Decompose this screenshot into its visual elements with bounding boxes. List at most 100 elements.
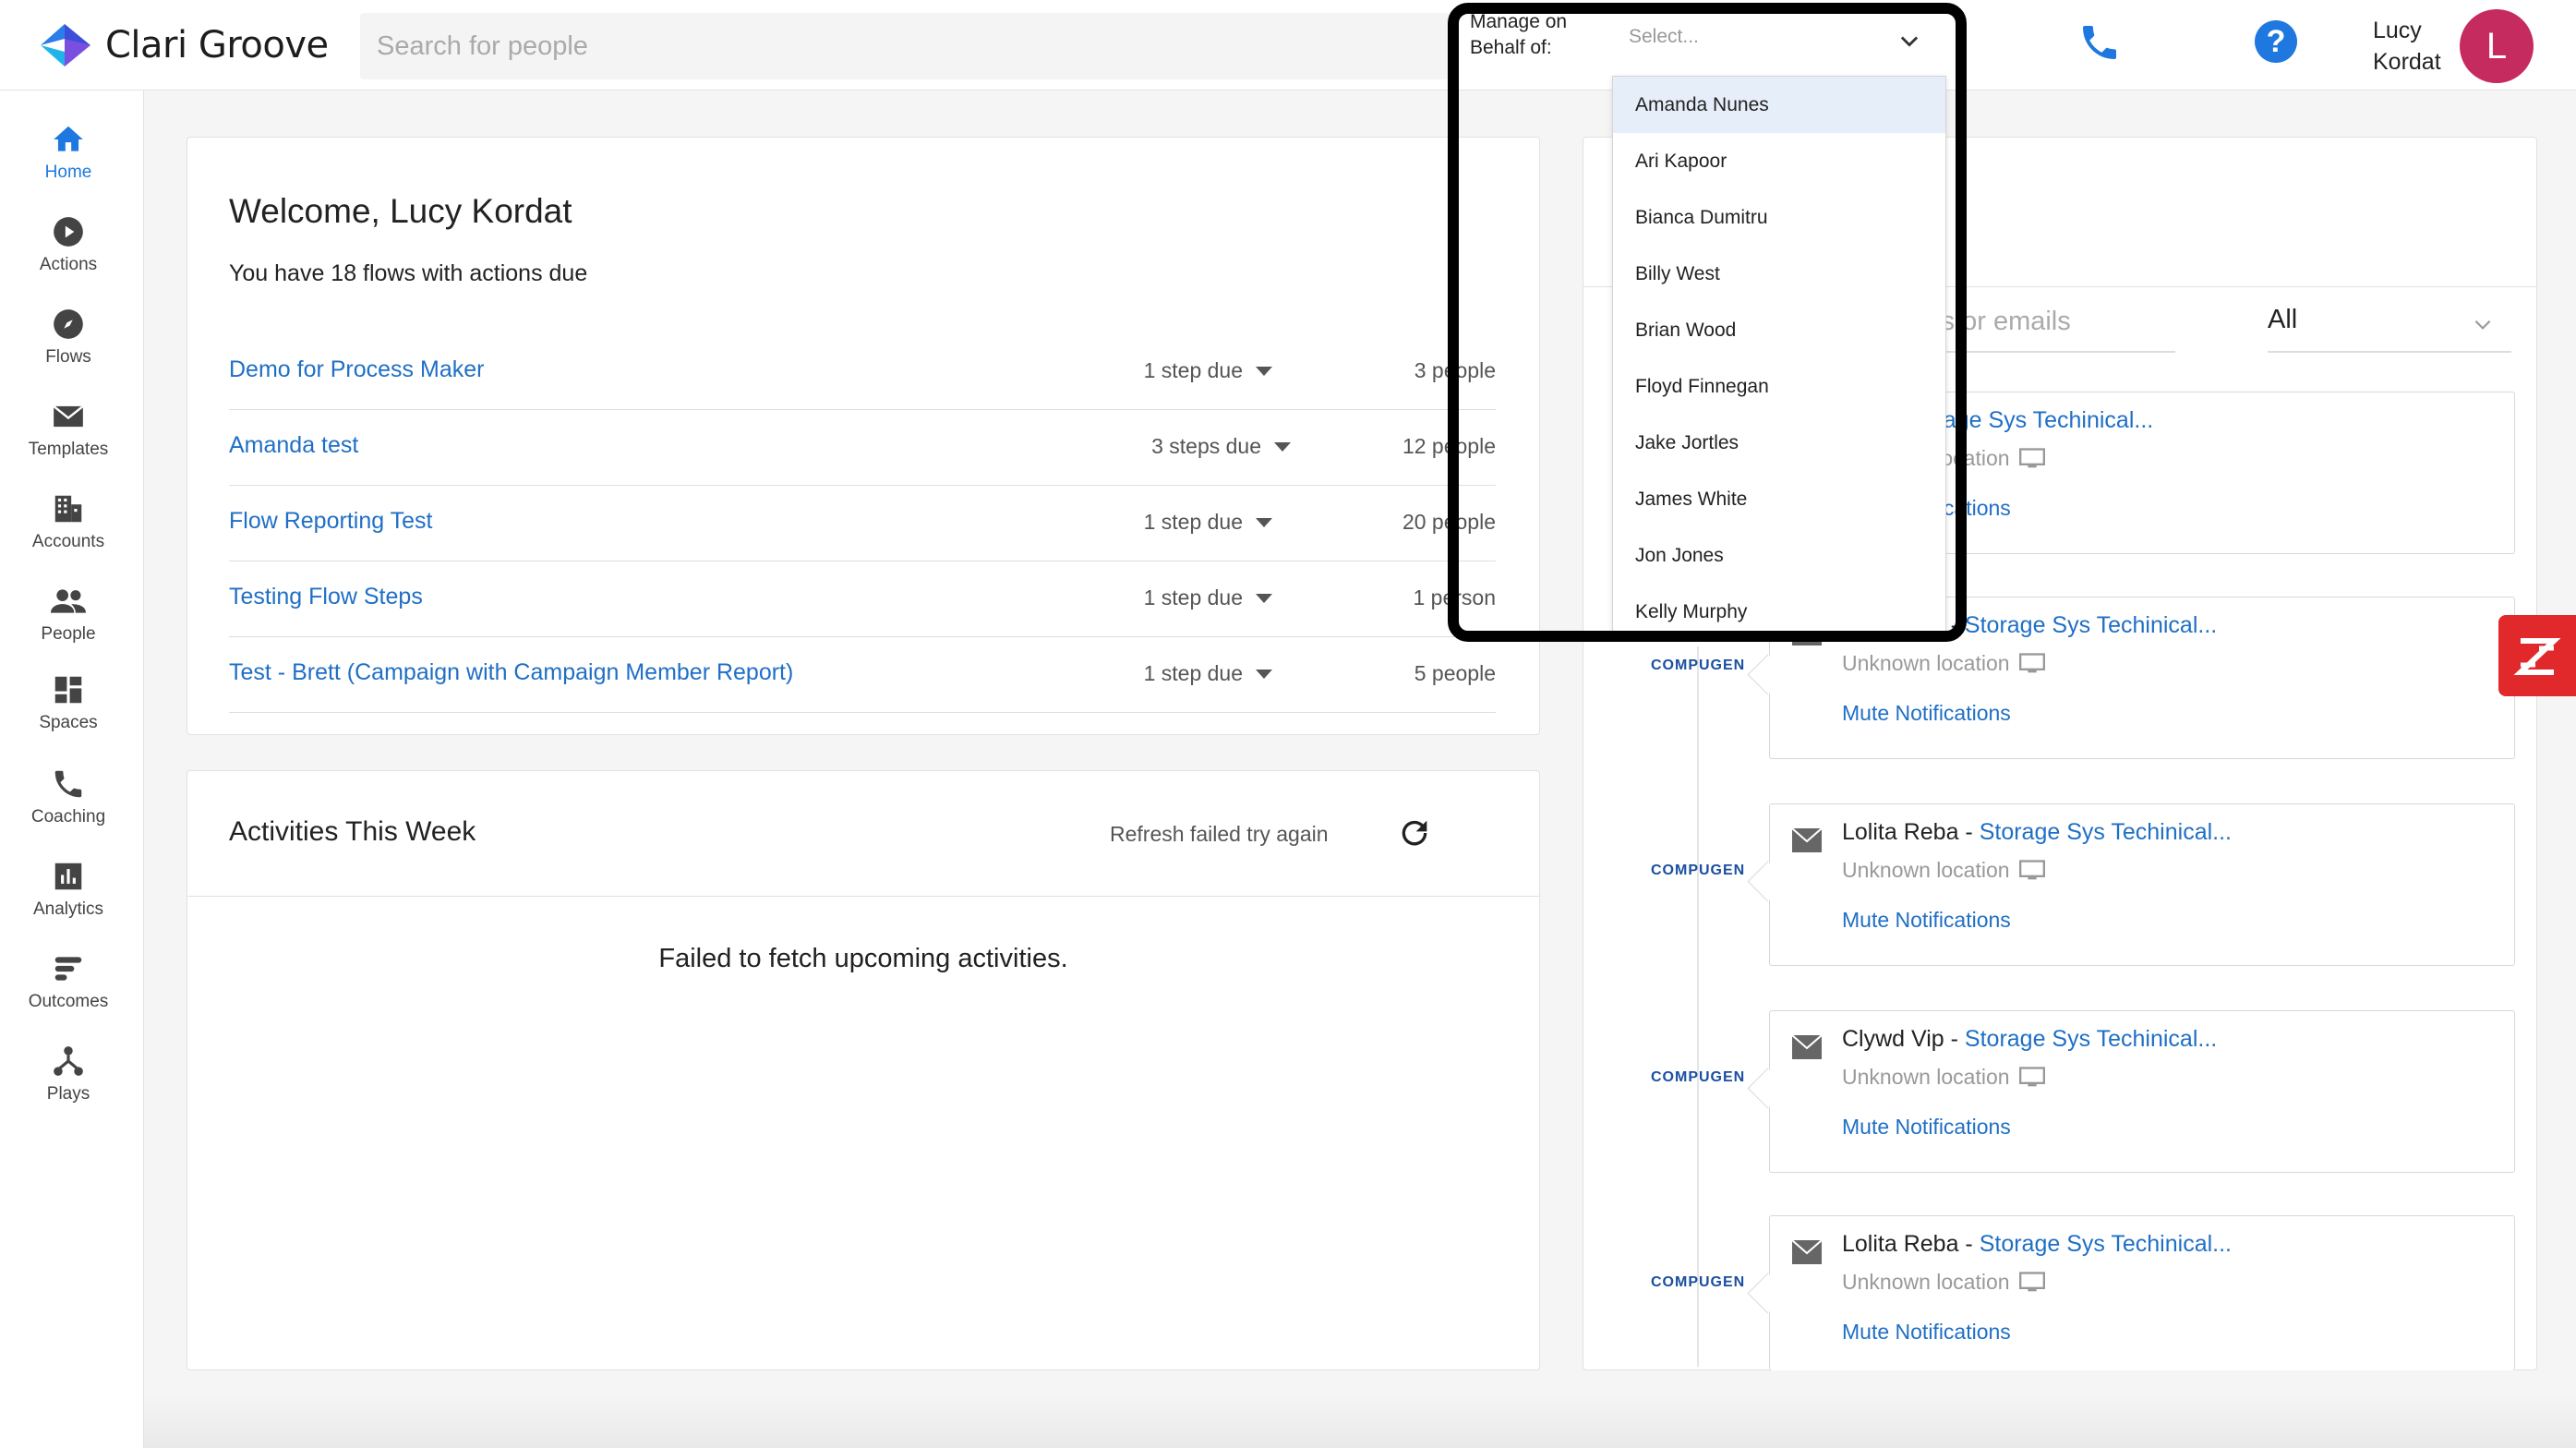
caret-down-icon xyxy=(1256,366,1272,376)
flow-people-count: 5 people xyxy=(1414,661,1496,685)
sidebar-item-home[interactable]: Home xyxy=(0,122,137,183)
flow-row: Demo for Process Maker 1 step due 3 peop… xyxy=(229,334,1496,410)
flow-steps-text: 3 steps due xyxy=(1151,434,1261,458)
flow-steps-dropdown[interactable]: 1 step due xyxy=(1051,661,1272,686)
flow-row: Amanda test 3 steps due 12 people xyxy=(229,410,1496,486)
sidebar-nav: Home Actions Flows Templates Accounts Pe… xyxy=(0,90,144,1448)
mute-notifications-link[interactable]: Mute Notifications xyxy=(1842,701,2011,726)
activities-card xyxy=(187,770,1540,1370)
flow-row: Test - Brett (Campaign with Campaign Mem… xyxy=(229,637,1496,713)
sidebar-item-plays[interactable]: Plays xyxy=(0,1044,137,1104)
flow-link[interactable]: Test - Brett (Campaign with Campaign Mem… xyxy=(229,659,793,686)
envelope-icon xyxy=(1792,828,1822,852)
activities-error-message: Failed to fetch upcoming activities. xyxy=(658,944,1068,973)
caret-down-icon xyxy=(1256,517,1272,527)
flow-steps-text: 1 step due xyxy=(1143,661,1243,685)
flows-due-summary: You have 18 flows with actions due xyxy=(229,260,588,286)
notification-title: Lolita Reba - Storage Sys Techinical... xyxy=(1842,1231,2232,1257)
notification-person: Lolita Reba xyxy=(1842,1231,1959,1257)
clari-logo-icon xyxy=(41,24,90,66)
filter-type-select[interactable]: All xyxy=(2268,299,2511,353)
flow-link[interactable]: Testing Flow Steps xyxy=(229,584,423,610)
flow-steps-text: 1 step due xyxy=(1143,510,1243,534)
phone-icon xyxy=(54,770,82,798)
sidebar-item-label: Flows xyxy=(45,347,91,367)
flow-steps-dropdown[interactable]: 3 steps due xyxy=(1069,434,1291,459)
notification-link[interactable]: Storage Sys Techinical... xyxy=(1980,1231,2232,1257)
notification-link[interactable]: Storage Sys Techinical... xyxy=(1965,1026,2217,1052)
notification-location: Unknown location xyxy=(1842,1065,2045,1090)
notification-item: Lolita Reba - Storage Sys Techinical... … xyxy=(1769,803,2515,966)
outcomes-icon xyxy=(54,957,82,981)
envelope-icon xyxy=(1792,1035,1822,1059)
plays-icon xyxy=(54,1046,83,1076)
location-text: Unknown location xyxy=(1842,651,2010,675)
sidebar-item-templates[interactable]: Templates xyxy=(0,399,137,460)
monitor-icon xyxy=(2018,652,2045,672)
notification-link[interactable]: Storage Sys Techinical... xyxy=(1980,819,2232,845)
highlight-box xyxy=(1448,3,1967,642)
divider xyxy=(187,896,1540,897)
notification-location: Unknown location xyxy=(1842,1270,2045,1295)
zendesk-icon xyxy=(2513,638,2561,675)
flow-steps-dropdown[interactable]: 1 step due xyxy=(1051,585,1272,610)
flow-steps-dropdown[interactable]: 1 step due xyxy=(1051,510,1272,535)
user-name[interactable]: Lucy Kordat xyxy=(2373,15,2441,78)
sidebar-item-label: Spaces xyxy=(39,713,98,732)
sidebar-item-label: Templates xyxy=(28,440,109,459)
notification-title: Clywd Vip - Storage Sys Techinical... xyxy=(1842,1026,2218,1052)
caret-down-icon xyxy=(1256,669,1272,679)
notification-person: Clywd Vip xyxy=(1842,1026,1944,1052)
sidebar-item-flows[interactable]: Flows xyxy=(0,307,137,368)
page-bottom xyxy=(144,1393,2576,1448)
flow-steps-dropdown[interactable]: 1 step due xyxy=(1051,358,1272,383)
phone-icon[interactable] xyxy=(2077,20,2122,65)
notification-link[interactable]: Storage Sys Techinical... xyxy=(1965,612,2217,638)
location-text: Unknown location xyxy=(1842,1270,2010,1294)
user-last-name: Kordat xyxy=(2373,49,2441,75)
flow-steps-text: 1 step due xyxy=(1143,585,1243,609)
search-people-input[interactable] xyxy=(360,13,1450,79)
welcome-title: Welcome, Lucy Kordat xyxy=(229,192,572,230)
monitor-icon xyxy=(2018,1066,2045,1086)
sidebar-item-label: Coaching xyxy=(30,807,106,827)
sidebar-item-label: Actions xyxy=(39,255,98,274)
monitor-icon xyxy=(2018,1271,2045,1291)
sidebar-item-people[interactable]: People xyxy=(0,584,137,645)
sidebar-item-analytics[interactable]: Analytics xyxy=(0,859,137,920)
notification-title: Lolita Reba - Storage Sys Techinical... xyxy=(1842,819,2232,845)
clari-groove-logo[interactable]: Clari Groove xyxy=(37,18,329,72)
sidebar-item-accounts[interactable]: Accounts xyxy=(0,491,137,552)
avatar[interactable]: L xyxy=(2460,9,2534,83)
flow-steps-text: 1 step due xyxy=(1143,358,1243,382)
activities-title: Activities This Week xyxy=(229,816,476,847)
envelope-icon xyxy=(1792,1240,1822,1264)
flow-link[interactable]: Amanda test xyxy=(229,432,358,459)
mute-notifications-link[interactable]: Mute Notifications xyxy=(1842,1320,2011,1345)
flow-row: Testing Flow Steps 1 step due 1 person xyxy=(229,561,1496,637)
sidebar-item-label: Plays xyxy=(46,1084,90,1104)
building-icon xyxy=(54,495,82,523)
help-icon[interactable]: ? xyxy=(2255,20,2297,63)
sidebar-item-spaces[interactable]: Spaces xyxy=(0,672,137,733)
notification-item: Clywd Vip - Storage Sys Techinical... Un… xyxy=(1769,1010,2515,1173)
envelope-icon xyxy=(53,404,84,428)
notification-person: Lolita Reba xyxy=(1842,819,1959,845)
mute-notifications-link[interactable]: Mute Notifications xyxy=(1842,908,2011,933)
home-icon xyxy=(54,126,83,151)
sidebar-item-label: Accounts xyxy=(31,532,105,551)
user-first-name: Lucy xyxy=(2373,18,2422,43)
zendesk-widget-button[interactable] xyxy=(2498,615,2576,696)
sidebar-item-label: Analytics xyxy=(32,899,104,919)
refresh-icon[interactable] xyxy=(1396,814,1433,851)
company-logo: COMPUGEN xyxy=(1651,863,1746,878)
sidebar-item-outcomes[interactable]: Outcomes xyxy=(0,951,137,1012)
filter-selected-value: All xyxy=(2268,305,2298,334)
sidebar-item-coaching[interactable]: Coaching xyxy=(0,766,137,827)
location-text: Unknown location xyxy=(1842,858,2010,882)
flow-link[interactable]: Flow Reporting Test xyxy=(229,508,432,535)
sidebar-item-actions[interactable]: Actions xyxy=(0,214,137,275)
flow-link[interactable]: Demo for Process Maker xyxy=(229,356,484,383)
mute-notifications-link[interactable]: Mute Notifications xyxy=(1842,1115,2011,1140)
compass-icon xyxy=(54,309,83,339)
